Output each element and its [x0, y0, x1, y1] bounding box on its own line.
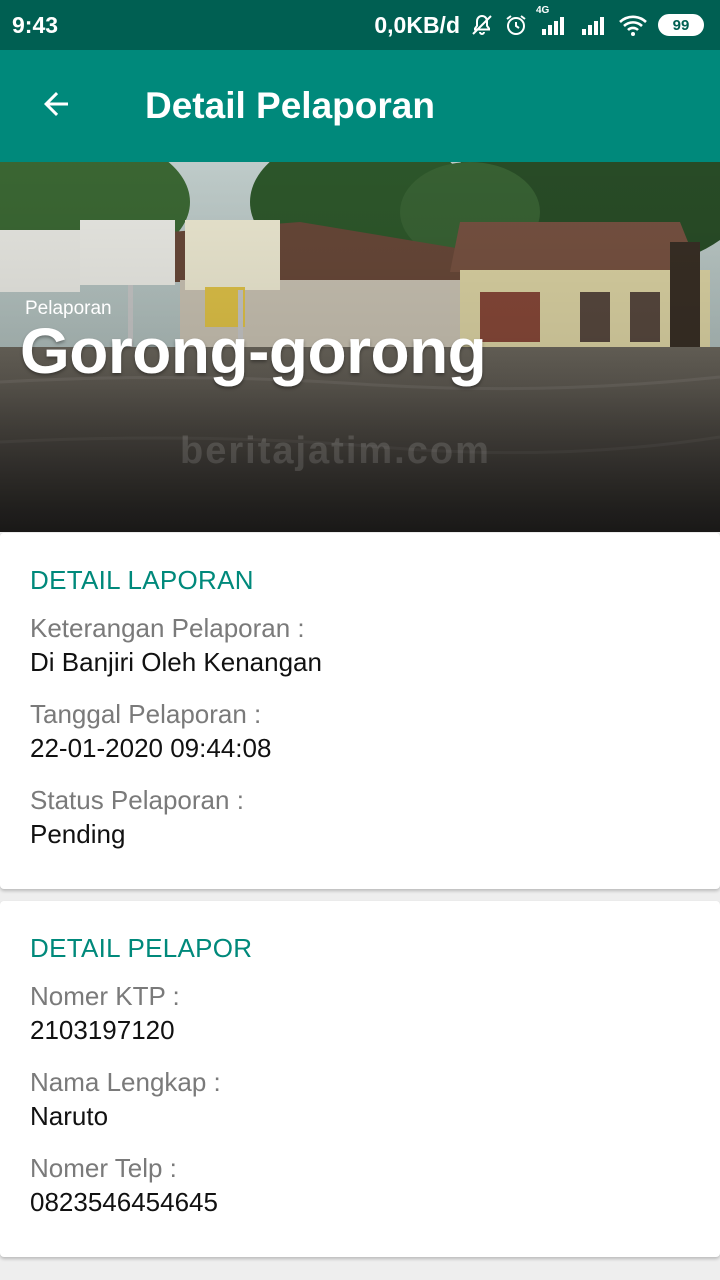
report-title: Gorong-gorong — [20, 315, 487, 387]
full-name-value: Naruto — [30, 1101, 109, 1131]
battery-icon: 99 — [658, 14, 704, 36]
phone-number-value: 0823546454645 — [30, 1187, 218, 1217]
report-description-value: Di Banjiri Oleh Kenangan — [30, 647, 322, 677]
reporter-detail-card: DETAIL PELAPOR Nomer KTP : 2103197120 Na… — [0, 901, 720, 1257]
hero-image: beritajatim.com Pelaporan Gorong-gorong — [0, 162, 720, 532]
cellular-signal-icon-2 — [580, 13, 608, 37]
app-bar: Detail Pelaporan — [0, 50, 720, 162]
data-speed: 0,0KB/d — [374, 11, 460, 38]
status-icons: 0,0KB/d 4G 99 — [374, 5, 704, 39]
ktp-number-value: 2103197120 — [30, 1015, 175, 1045]
phone-number-label: Nomer Telp : — [30, 1153, 177, 1183]
wifi-icon — [618, 13, 648, 37]
battery-level: 99 — [672, 16, 690, 34]
section-title-report: DETAIL LAPORAN — [30, 565, 254, 595]
mute-bell-icon — [470, 13, 494, 37]
report-status-value: Pending — [30, 819, 126, 849]
alarm-icon — [504, 13, 528, 37]
status-time: 9:43 — [12, 11, 59, 38]
report-date-label: Tanggal Pelaporan : — [30, 699, 262, 729]
report-detail-card: DETAIL LAPORAN Keterangan Pelaporan : Di… — [0, 533, 720, 889]
status-bar: 9:43 0,0KB/d 4G 99 — [0, 0, 720, 50]
page-title: Detail Pelaporan — [145, 85, 435, 126]
image-watermark: beritajatim.com — [180, 430, 491, 472]
report-status-label: Status Pelaporan : — [30, 785, 244, 815]
cellular-signal-icon: 4G — [536, 5, 570, 37]
report-date-value: 22-01-2020 09:44:08 — [30, 733, 272, 763]
network-type-label: 4G — [536, 5, 550, 16]
arrow-back-icon — [38, 86, 74, 127]
ktp-number-label: Nomer KTP : — [30, 981, 180, 1011]
section-title-reporter: DETAIL PELAPOR — [30, 933, 253, 963]
full-name-label: Nama Lengkap : — [30, 1067, 221, 1097]
back-button[interactable] — [0, 50, 112, 162]
report-description-label: Keterangan Pelaporan : — [30, 613, 305, 643]
